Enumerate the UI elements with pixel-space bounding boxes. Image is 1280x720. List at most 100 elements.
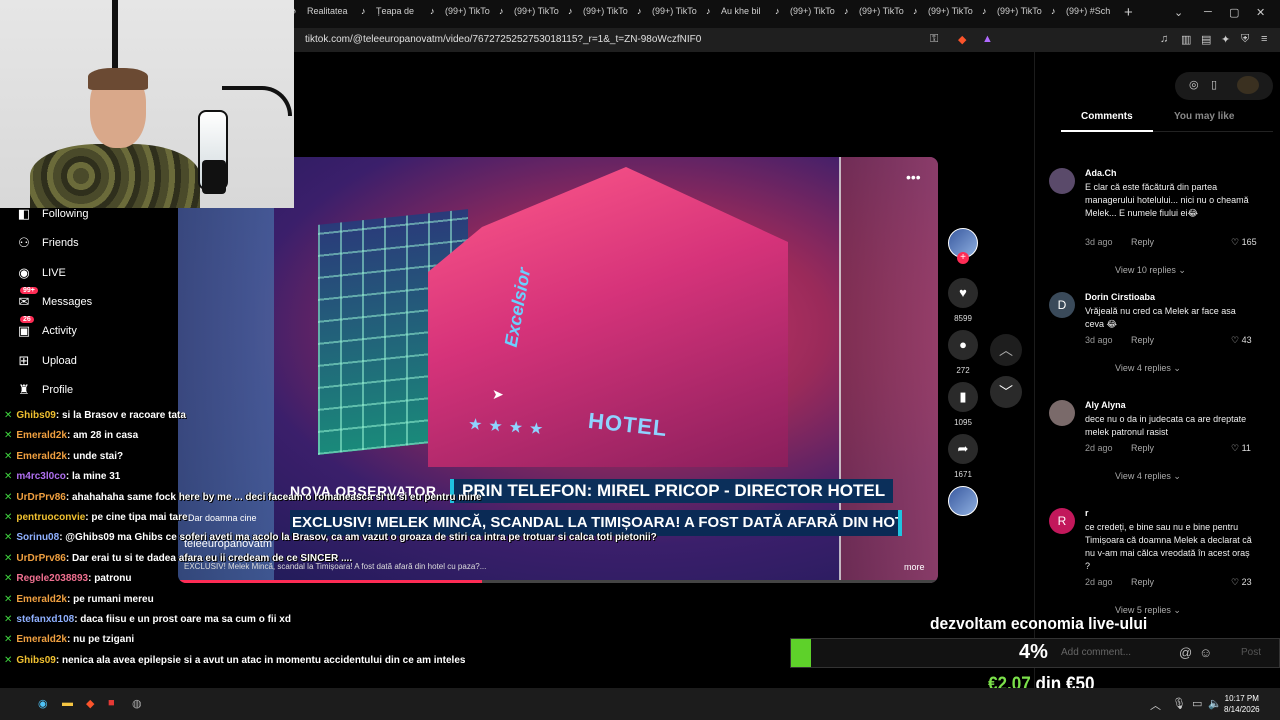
- tab-you-may-like[interactable]: You may like: [1174, 111, 1234, 122]
- chevron-up-icon[interactable]: ︿: [1150, 697, 1161, 713]
- phone-icon[interactable]: ▯: [1211, 78, 1217, 91]
- commenter-avatar[interactable]: D: [1049, 292, 1075, 318]
- vpn-icon[interactable]: ⛨: [1241, 33, 1249, 46]
- moderator-sword-icon: ✕: [4, 491, 13, 503]
- tab-comments[interactable]: Comments: [1081, 111, 1133, 122]
- browser-tab[interactable]: ♪ (99+) TikTo: [568, 6, 630, 22]
- next-video-button[interactable]: ﹀: [990, 376, 1022, 408]
- emoji-icon[interactable]: ☺: [1199, 645, 1212, 660]
- chat-username[interactable]: pentruoconvie: [16, 512, 85, 523]
- clock[interactable]: 10:17 PM 8/14/2026: [1224, 693, 1260, 715]
- browser-tab[interactable]: ♪ Au khe bil: [706, 6, 768, 22]
- monitor-icon[interactable]: ▭: [1192, 697, 1202, 710]
- chat-username[interactable]: Emerald2k: [16, 451, 67, 462]
- sidebar-item-live[interactable]: ◉ LIVE: [14, 264, 174, 284]
- more-options-icon[interactable]: •••: [906, 169, 921, 185]
- previous-video-button[interactable]: ︿: [990, 334, 1022, 366]
- brave-shield-icon[interactable]: ◆: [958, 33, 966, 46]
- compass-icon[interactable]: ◎: [1189, 78, 1199, 91]
- comment-like-button[interactable]: ♡ 11: [1231, 443, 1251, 454]
- browser-tab[interactable]: ♪ (99+) TikTo: [499, 6, 561, 22]
- comment-like-button[interactable]: ♡ 43: [1231, 335, 1252, 346]
- chat-username[interactable]: Emerald2k: [16, 594, 67, 605]
- reply-button[interactable]: Reply: [1131, 335, 1154, 345]
- tab-label: (99+) TikTo: [790, 6, 835, 16]
- save-button[interactable]: ▮: [948, 382, 978, 412]
- edge-icon[interactable]: ◉: [38, 697, 48, 710]
- reply-button[interactable]: Reply: [1131, 577, 1154, 587]
- microphone-icon[interactable]: 🎙: [1172, 697, 1186, 710]
- obs-icon[interactable]: ◍: [132, 697, 142, 710]
- browser-tab[interactable]: ♪ (99+) TikTo: [775, 6, 837, 22]
- commenter-avatar[interactable]: [1049, 400, 1075, 426]
- chat-username[interactable]: UrDrPrv86: [16, 492, 65, 503]
- close-icon[interactable]: ✕: [1256, 6, 1265, 19]
- chat-username[interactable]: Emerald2k: [16, 430, 67, 441]
- comment-button[interactable]: ●: [948, 330, 978, 360]
- reply-button[interactable]: Reply: [1131, 237, 1154, 247]
- app-icon[interactable]: ■: [108, 697, 115, 709]
- reply-button[interactable]: Reply: [1131, 443, 1154, 453]
- browser-tab[interactable]: ♪ Țeapa de: [361, 6, 423, 22]
- browser-tab[interactable]: ♪ Realitatea: [292, 6, 354, 22]
- share-button[interactable]: ➦: [948, 434, 978, 464]
- like-button[interactable]: ♥: [948, 278, 978, 308]
- sidebar-icon[interactable]: ▥: [1181, 33, 1191, 46]
- commenter-name[interactable]: Aly Alyna: [1085, 400, 1126, 410]
- view-replies-button[interactable]: View 10 replies ⌄: [1115, 265, 1186, 276]
- menu-icon[interactable]: ≡: [1261, 33, 1267, 45]
- sidebar-item-label: LIVE: [42, 266, 66, 279]
- comment-text: ce credeți, e bine sau nu e bine pentru …: [1085, 522, 1252, 571]
- commenter-name[interactable]: Dorin Cirstioaba: [1085, 292, 1155, 302]
- new-tab-button[interactable]: +: [1124, 4, 1133, 21]
- commenter-name[interactable]: Ada.Ch: [1085, 168, 1117, 178]
- chevron-down-icon[interactable]: ⌄: [1174, 6, 1183, 19]
- chat-username[interactable]: m4rc3l0co: [16, 471, 65, 482]
- more-link[interactable]: more: [904, 562, 925, 572]
- sidebar-item-upload[interactable]: ⊞ Upload: [14, 352, 174, 372]
- comment-like-button[interactable]: ♡ 23: [1231, 577, 1252, 588]
- commenter-name[interactable]: r: [1085, 508, 1089, 518]
- sidebar-item-activity[interactable]: ▣ 26 Activity: [14, 316, 174, 342]
- chat-username[interactable]: stefanxd108: [16, 614, 74, 625]
- volume-icon[interactable]: 🔈: [1208, 697, 1222, 710]
- wallet-icon[interactable]: ▤: [1201, 33, 1211, 46]
- music-icon[interactable]: ♫: [1160, 33, 1168, 45]
- sidebar-item-profile[interactable]: ♜ Profile: [14, 381, 174, 401]
- browser-tab[interactable]: ♪ (99+) TikTo: [913, 6, 975, 22]
- key-icon[interactable]: ⚿: [930, 33, 938, 46]
- browser-tab[interactable]: ♪ (99+) #Sch: [1051, 6, 1113, 22]
- chat-username[interactable]: Regele2038893: [16, 573, 88, 584]
- follow-button[interactable]: +: [957, 252, 969, 264]
- mention-icon[interactable]: @: [1179, 645, 1192, 660]
- browser-tab[interactable]: ♪ (99+) TikTo: [844, 6, 906, 22]
- brave-icon[interactable]: ◆: [86, 697, 94, 710]
- comment-input[interactable]: Add comment...: [1061, 647, 1131, 658]
- ai-icon[interactable]: ✦: [1221, 33, 1230, 46]
- rewards-icon[interactable]: ▲: [982, 33, 993, 45]
- browser-tab[interactable]: ♪ (99+) TikTo: [430, 6, 492, 22]
- sidebar-item-following[interactable]: ◧ Following: [14, 205, 174, 225]
- view-replies-button[interactable]: View 4 replies ⌄: [1115, 471, 1181, 482]
- sidebar-item-messages[interactable]: ✉ 99+ Messages: [14, 286, 174, 313]
- post-button[interactable]: Post: [1241, 647, 1261, 658]
- url-field[interactable]: tiktok.com/@teleeuropanovatm/video/76727…: [305, 34, 701, 45]
- sound-avatar[interactable]: [948, 486, 978, 516]
- view-replies-button[interactable]: View 4 replies ⌄: [1115, 363, 1181, 374]
- folder-icon[interactable]: ▬: [62, 697, 73, 709]
- chat-text: : la mine 31: [65, 471, 121, 483]
- minimize-icon[interactable]: ─: [1204, 6, 1212, 18]
- restore-icon[interactable]: ▢: [1229, 6, 1239, 19]
- chat-username[interactable]: UrDrPrv86: [16, 553, 65, 564]
- commenter-avatar[interactable]: R: [1049, 508, 1075, 534]
- commenter-avatar[interactable]: [1049, 168, 1075, 194]
- sidebar-item-friends[interactable]: ⚇ Friends: [14, 234, 174, 254]
- chat-username[interactable]: Ghibs09: [16, 655, 55, 666]
- chat-username[interactable]: Emerald2k: [16, 634, 67, 645]
- browser-tab[interactable]: ♪ (99+) TikTo: [982, 6, 1044, 22]
- chat-username[interactable]: Ghibs09: [16, 410, 55, 421]
- browser-tab[interactable]: ♪ (99+) TikTo: [637, 6, 699, 22]
- comment-like-button[interactable]: ♡ 165: [1231, 237, 1257, 248]
- chat-username[interactable]: Sorinu08: [16, 532, 59, 543]
- user-avatar[interactable]: [1237, 76, 1259, 94]
